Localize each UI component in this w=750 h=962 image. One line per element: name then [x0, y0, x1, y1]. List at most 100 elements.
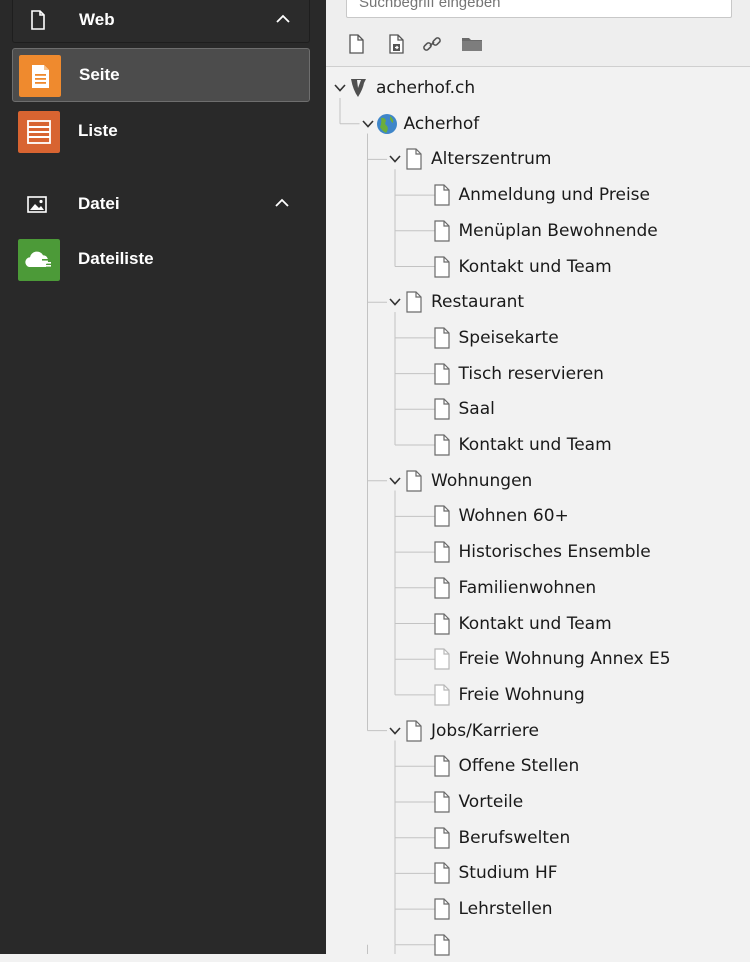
page-icon — [433, 434, 450, 456]
page-icon — [433, 255, 450, 278]
tree-node-label: Vorteile — [458, 792, 524, 812]
tree-node-label: Jobs/Karriere — [431, 720, 539, 741]
tree-node-label: Berufswelten — [458, 827, 571, 848]
tree-node[interactable]: Wohnungen — [326, 464, 750, 498]
tree-node[interactable]: Anmeldung und Preise — [326, 178, 750, 212]
tree-node-label: Acherhof — [403, 113, 480, 134]
image-icon — [27, 196, 47, 213]
chevron-up-icon[interactable] — [274, 196, 290, 210]
tree-node[interactable]: Vorteile — [326, 785, 750, 819]
tree-node[interactable]: Berufswelten — [326, 821, 750, 855]
tree-node[interactable]: Wohnen 60+ — [326, 499, 750, 533]
new-page-import-icon[interactable] — [384, 32, 408, 56]
chevron-down-icon[interactable] — [388, 152, 402, 166]
tree-node[interactable]: Kontakt und Team — [326, 250, 750, 284]
page-icon — [433, 862, 450, 884]
chevron-up-icon[interactable] — [275, 12, 291, 26]
tree-node-label: Menüplan Bewohnende — [458, 220, 658, 241]
chevron-down-icon[interactable] — [388, 474, 402, 488]
globe-icon — [376, 113, 397, 134]
tree-node[interactable]: Acherhof — [326, 107, 750, 141]
module-item-seite[interactable]: Seite — [12, 48, 310, 102]
tree-node-label: Kontakt und Team — [458, 256, 612, 277]
module-item-label: Seite — [79, 65, 120, 84]
tree-node-label: Wohnen 60+ — [458, 506, 569, 527]
module-menu: Web Seite Liste Datei Dateiliste — [0, 0, 326, 954]
page-hidden-icon — [433, 648, 450, 670]
tree-node[interactable]: Speisekarte — [326, 321, 750, 355]
cloud-module-icon — [18, 239, 60, 281]
page-icon — [433, 934, 450, 956]
tree-node[interactable]: acherhof.ch — [326, 71, 750, 105]
tree-node-label: Speisekarte — [458, 327, 559, 348]
page-icon — [433, 577, 450, 599]
chevron-down-icon[interactable] — [388, 295, 402, 309]
tree-node[interactable]: Saal — [326, 392, 750, 426]
chevron-down-icon[interactable] — [388, 724, 402, 738]
tree-node-label: Familienwohnen — [458, 577, 597, 598]
page-module-icon — [19, 55, 61, 97]
tree-search-input[interactable] — [346, 0, 732, 18]
page-icon — [406, 719, 422, 742]
page-icon — [406, 148, 422, 170]
page-tree: acherhof.ch Acherhof Alterszentrum Anmeldun… — [326, 67, 750, 956]
tree-node[interactable]: Tisch reservieren — [326, 357, 750, 391]
page-icon — [433, 541, 450, 563]
page-icon — [433, 898, 450, 920]
page-icon — [406, 470, 422, 492]
tree-node-label: Saal — [458, 399, 495, 420]
module-item-label: Dateiliste — [78, 249, 154, 268]
list-module-icon — [18, 111, 60, 153]
link-icon[interactable] — [420, 32, 444, 56]
page-hidden-icon — [433, 684, 450, 706]
module-item-label: Liste — [78, 121, 118, 140]
tree-node[interactable]: Menüplan Bewohnende — [326, 214, 750, 248]
tree-node[interactable]: Historisches Ensemble — [326, 535, 750, 569]
tree-node[interactable]: Offene Stellen — [326, 749, 750, 783]
page-icon — [433, 220, 450, 242]
tree-node-label: Lehrstellen — [458, 899, 553, 920]
tree-node-label: Restaurant — [431, 292, 525, 313]
page-icon — [433, 362, 450, 385]
tree-node[interactable]: Kontakt und Team — [326, 428, 750, 462]
page-icon — [406, 291, 422, 313]
tree-node[interactable]: Freie Wohnung — [326, 678, 750, 712]
new-page-icon[interactable] — [344, 32, 368, 56]
tree-node[interactable]: Restaurant — [326, 285, 750, 319]
tree-node-label: Wohnungen — [431, 470, 533, 491]
tree-node[interactable]: Lehrstellen — [326, 892, 750, 926]
page-tree-panel: acherhof.ch Acherhof Alterszentrum Anmeldun… — [326, 0, 750, 956]
tree-node-label: Anmeldung und Preise — [458, 185, 651, 206]
chevron-down-icon[interactable] — [361, 117, 375, 131]
folder-icon[interactable] — [460, 32, 484, 56]
page-icon — [433, 755, 450, 777]
tree-node-label: acherhof.ch — [376, 78, 476, 98]
tree-node[interactable]: Studium HF — [326, 856, 750, 890]
tree-node[interactable]: Kontakt und Team — [326, 607, 750, 641]
page-icon — [433, 505, 450, 527]
page-icon — [433, 827, 450, 849]
tree-toolbar — [326, 0, 750, 67]
module-item-liste[interactable]: Liste — [12, 105, 308, 157]
tree-node-label: Freie Wohnung Annex E5 — [458, 649, 671, 670]
tree-node[interactable]: Freie Wohnung Annex E5 — [326, 642, 750, 676]
tree-node[interactable]: Familienwohnen — [326, 571, 750, 605]
tree-node[interactable]: Alterszentrum — [326, 142, 750, 176]
tree-node-label: Historisches Ensemble — [458, 542, 651, 563]
module-group-web[interactable]: Web — [12, 0, 310, 43]
module-group-datei[interactable]: Datei — [12, 180, 308, 226]
tree-node-label: Kontakt und Team — [458, 613, 612, 634]
page-icon — [31, 10, 45, 30]
module-item-dateiliste[interactable]: Dateiliste — [12, 233, 308, 285]
tree-node-label: Kontakt und Team — [458, 435, 612, 455]
chevron-down-icon[interactable] — [333, 81, 347, 95]
tree-node-label: Offene Stellen — [458, 756, 580, 777]
page-icon — [433, 612, 450, 635]
tree-node-label: Tisch reservieren — [458, 363, 604, 384]
page-icon — [433, 184, 450, 206]
tree-node[interactable]: Jobs/Karriere — [326, 714, 750, 748]
tree-node[interactable] — [326, 928, 750, 962]
typo3-logo-icon — [351, 79, 366, 97]
tree-node-label: Freie Wohnung — [458, 684, 585, 705]
page-icon — [433, 791, 450, 813]
